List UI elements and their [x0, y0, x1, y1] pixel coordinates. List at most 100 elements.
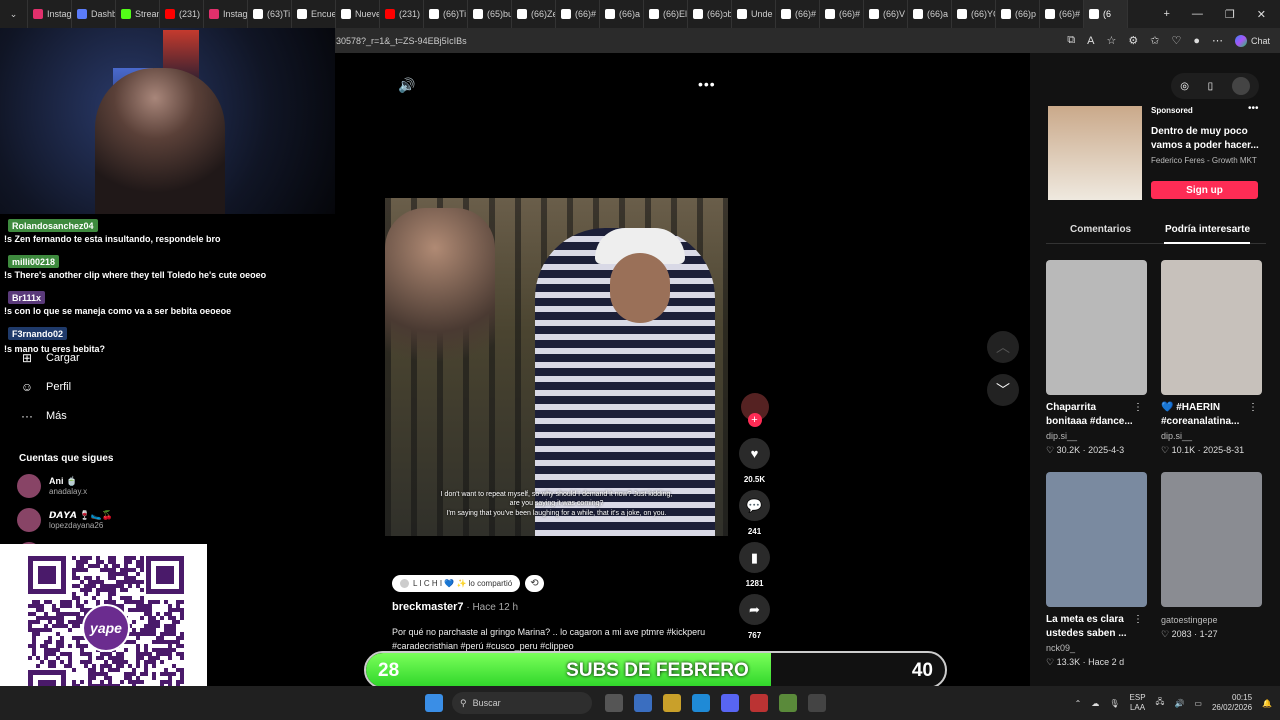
browser-tab[interactable]: Encue — [292, 0, 336, 28]
app-green-icon[interactable] — [779, 694, 797, 712]
copilot-chat-button[interactable]: Chat — [1234, 34, 1270, 47]
tab-comments[interactable]: Comentarios — [1070, 224, 1131, 235]
browser-tab[interactable]: Unde — [732, 0, 776, 28]
card-author[interactable]: dip.si__ — [1046, 431, 1147, 441]
notifications-icon[interactable]: 🔔 — [1262, 699, 1272, 708]
browser-tab[interactable]: Nueve — [336, 0, 380, 28]
post-author[interactable]: breckmaster7 · Hace 12 h — [392, 601, 518, 613]
collections-icon[interactable]: ✩ — [1150, 34, 1159, 47]
phone-icon[interactable]: ▯ — [1208, 81, 1214, 92]
taskbar-search[interactable]: ⚲ Buscar — [452, 692, 592, 714]
browser-tab[interactable]: (231) — [380, 0, 424, 28]
settings-menu-icon[interactable]: ⋯ — [1212, 34, 1223, 47]
card-title[interactable]: La meta es clara ustedes saben ... — [1046, 613, 1138, 641]
browser-tab[interactable]: Stream — [116, 0, 160, 28]
following-account[interactable]: Ani 🍵 anadalay.x — [17, 474, 87, 498]
open-in-app-icon[interactable]: ⧉ — [1067, 34, 1075, 47]
sidebar-item-1[interactable]: ☺ Perfil — [20, 380, 71, 394]
compass-icon[interactable]: ◎ — [1180, 81, 1189, 92]
following-account[interactable]: 𝘿𝘼𝙔𝘼 🍷🥿🍒 lopezdayana26 — [17, 508, 113, 532]
tab-list-button[interactable]: ⌄ — [0, 0, 28, 28]
card-title[interactable]: 💙 #HAERIN #coreanalatina... — [1161, 401, 1253, 429]
browser-essentials-icon[interactable]: ♡ — [1171, 34, 1181, 47]
card-menu-icon[interactable]: ⋮ — [1133, 614, 1143, 625]
copilot-taskbar-icon[interactable] — [634, 694, 652, 712]
browser-tab[interactable]: (66)ɔb — [688, 0, 732, 28]
browser-tab[interactable]: Dashb — [72, 0, 116, 28]
tab-recommended[interactable]: Podría interesarte — [1165, 224, 1250, 235]
more-options-icon[interactable]: ••• — [698, 76, 716, 92]
microphone-icon[interactable]: 🎙 — [1109, 699, 1119, 708]
ad-thumbnail[interactable] — [1048, 106, 1142, 200]
file-explorer-icon[interactable] — [663, 694, 681, 712]
battery-icon[interactable]: ▭ — [1194, 699, 1202, 708]
user-avatar[interactable] — [1231, 77, 1250, 95]
language-indicator[interactable]: ESP LAA — [1130, 693, 1146, 713]
bookmark-icon[interactable]: ▮ — [739, 542, 770, 573]
browser-tab[interactable]: (66)# — [1040, 0, 1084, 28]
card-thumbnail[interactable] — [1046, 260, 1147, 395]
ad-title[interactable]: Dentro de muy poco vamos a poder hacer..… — [1151, 125, 1261, 153]
recommended-card[interactable]: Chaparrita bonitaaa #dance... ⋮ dip.si__ ♡ … — [1046, 260, 1147, 456]
browser-tab[interactable]: (231) — [160, 0, 204, 28]
url-text[interactable]: 30578?_r=1&_t=ZS-94EBj5IcIBs — [336, 36, 467, 46]
volume-icon[interactable]: 🔊 — [398, 77, 415, 94]
card-author[interactable]: nck09_ — [1046, 643, 1147, 653]
share-icon[interactable]: ➦ — [739, 594, 770, 625]
card-thumbnail[interactable] — [1161, 472, 1262, 607]
browser-tab[interactable]: (66)# — [820, 0, 864, 28]
volume-tray-icon[interactable]: 🔊 — [1174, 699, 1184, 708]
recommended-card[interactable]: La meta es clara ustedes saben ... ⋮ nck09… — [1046, 472, 1147, 668]
close-window-icon[interactable]: ✕ — [1257, 8, 1266, 21]
browser-tab[interactable]: (6 — [1084, 0, 1128, 28]
edge-icon[interactable] — [692, 694, 710, 712]
comment-action[interactable]: 💬 241 — [739, 490, 770, 536]
card-author[interactable]: dip.si__ — [1161, 431, 1262, 441]
clock[interactable]: 00:15 26/02/2026 — [1212, 693, 1252, 713]
browser-tab[interactable]: (66)p — [996, 0, 1040, 28]
browser-tab[interactable]: (66)Ti — [424, 0, 468, 28]
profile-avatar[interactable]: ● — [1193, 35, 1200, 47]
heart-icon[interactable]: ♥ — [739, 438, 770, 469]
discord-icon[interactable] — [721, 694, 739, 712]
follow-plus-icon[interactable]: + — [747, 413, 762, 427]
onedrive-icon[interactable]: ☁ — [1091, 699, 1099, 708]
comment-icon[interactable]: 💬 — [739, 490, 770, 521]
app-obs-icon[interactable] — [808, 694, 826, 712]
extensions-icon[interactable]: ⚙ — [1128, 34, 1138, 47]
card-author[interactable]: gatoestingepe — [1161, 615, 1262, 625]
recommended-card[interactable]: 💙 #HAERIN #coreanalatina... ⋮ dip.si__ ♡ 10… — [1161, 260, 1262, 456]
favorite-star-icon[interactable]: ☆ — [1106, 34, 1116, 47]
browser-tab[interactable]: (66)Eli — [644, 0, 688, 28]
video-player[interactable]: I don't want to repeat myself, so why sh… — [385, 198, 728, 536]
card-title[interactable]: Chaparrita bonitaaa #dance... — [1046, 401, 1138, 429]
ad-author[interactable]: Federico Feres - Growth MKT — [1151, 156, 1257, 165]
browser-tab[interactable]: (65)bu — [468, 0, 512, 28]
creator-avatar-button[interactable]: + — [739, 393, 770, 427]
browser-tab[interactable]: (66)# — [556, 0, 600, 28]
card-thumbnail[interactable] — [1046, 472, 1147, 607]
save-action[interactable]: ▮ 1281 — [739, 542, 770, 588]
browser-tab[interactable]: (66)Ze — [512, 0, 556, 28]
sidebar-item-2[interactable]: ··· Más — [20, 409, 67, 423]
card-menu-icon[interactable]: ⋮ — [1133, 402, 1143, 413]
card-thumbnail[interactable] — [1161, 260, 1262, 395]
card-menu-icon[interactable]: ⋮ — [1248, 402, 1258, 413]
browser-tab[interactable]: (66)a — [908, 0, 952, 28]
start-button-icon[interactable] — [425, 694, 443, 712]
browser-tab[interactable]: Instag — [28, 0, 72, 28]
app-tf-icon[interactable] — [750, 694, 768, 712]
reposted-by-pill[interactable]: L I C H I 💙 ✨ lo compartió — [392, 575, 521, 592]
browser-tab[interactable]: (63)Ti — [248, 0, 292, 28]
maximize-icon[interactable]: ❐ — [1225, 8, 1235, 21]
network-icon[interactable]: 🖧 — [1156, 696, 1165, 710]
repost-icon[interactable]: ⟲ — [525, 575, 544, 592]
next-video-button[interactable]: ﹀ — [987, 374, 1019, 406]
share-action[interactable]: ➦ 767 — [739, 594, 770, 640]
translate-icon[interactable]: A — [1087, 35, 1094, 47]
author-name[interactable]: breckmaster7 — [392, 601, 464, 613]
recommended-card[interactable]: gatoestingepe ♡ 2083 · 1-27 — [1161, 472, 1262, 640]
like-action[interactable]: ♥ 20.5K — [739, 438, 770, 484]
browser-tab[interactable]: (66)a — [600, 0, 644, 28]
task-view-icon[interactable] — [605, 694, 623, 712]
